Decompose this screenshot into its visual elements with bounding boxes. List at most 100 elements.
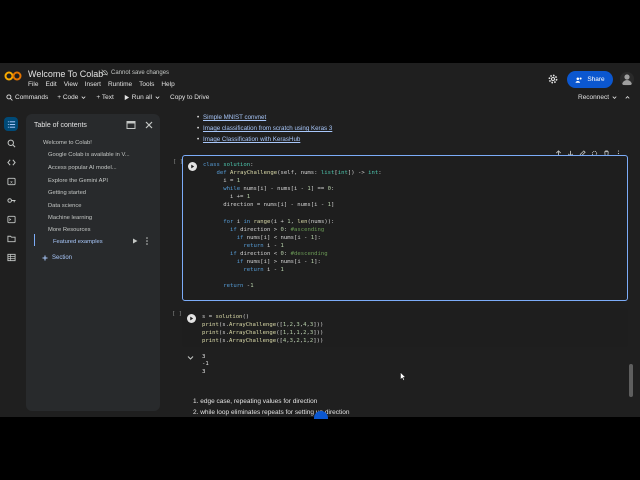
execution-count: [ ]: [172, 311, 182, 317]
toc-item-access-ai-models[interactable]: Access popular AI model...: [48, 165, 117, 171]
toc-item-gemini-api[interactable]: Explore the Gemini API: [48, 178, 108, 184]
toc-item-data-science[interactable]: Data science: [48, 203, 82, 209]
menu-help[interactable]: Help: [161, 81, 174, 91]
play-icon: [191, 164, 195, 169]
notebook-title[interactable]: Welcome To Colab: [28, 69, 103, 79]
run-cell-button[interactable]: [188, 162, 197, 171]
code-editor[interactable]: class solution: def ArrayChallenge(self,…: [203, 161, 382, 291]
copy-to-drive-label: Copy to Drive: [170, 94, 210, 101]
toc-item-welcome[interactable]: Welcome to Colab!: [43, 140, 92, 146]
avatar[interactable]: [620, 72, 634, 86]
reconnect-label: Reconnect: [578, 94, 610, 101]
search-icon: [6, 94, 13, 101]
top-header: Welcome To Colab Cannot save changes Fil…: [0, 63, 640, 91]
mouse-cursor-icon: [400, 372, 406, 381]
share-people-icon: [575, 77, 582, 83]
svg-text:x: x: [10, 180, 13, 185]
key-icon: [6, 197, 16, 203]
secrets-button[interactable]: [4, 193, 18, 207]
terminal-icon: [6, 215, 16, 223]
toc-title: Table of contents: [34, 122, 87, 129]
colab-app: Welcome To Colab Cannot save changes Fil…: [0, 63, 640, 417]
code-cell-solution[interactable]: [ ] class solution: def ArrayChallenge(s…: [173, 155, 628, 301]
more-vertical-icon[interactable]: [144, 237, 150, 245]
reconnect-group: Reconnect: [578, 94, 631, 101]
code-snippets-button[interactable]: [4, 155, 18, 169]
output-text: 3 -1 3: [202, 354, 209, 375]
search-icon: [7, 139, 15, 147]
chevron-down-icon[interactable]: [80, 94, 87, 101]
gear-icon[interactable]: [547, 73, 559, 85]
terminal-button[interactable]: [4, 212, 18, 226]
variables-icon: x: [6, 177, 16, 185]
toolbar-left: Commands + Code + Text Run all Copy to D…: [6, 94, 209, 101]
add-text-label: + Text: [96, 94, 114, 101]
toc-item-featured-examples[interactable]: Featured examples: [53, 239, 103, 245]
list-icon: [7, 120, 15, 128]
add-code-label: + Code: [57, 94, 79, 101]
table-of-contents-panel: Table of contents Welcome to Colab! Goog…: [26, 114, 160, 411]
toc-item-getting-started[interactable]: Getting started: [48, 190, 86, 196]
code-cell-test[interactable]: [ ] s = solution() print(s.ArrayChalleng…: [172, 308, 628, 347]
files-button[interactable]: [4, 231, 18, 245]
close-icon[interactable]: [144, 120, 154, 130]
avatar-image-icon: [622, 74, 632, 85]
run-all-button[interactable]: Run all: [123, 94, 161, 101]
run-cell-button[interactable]: [187, 314, 196, 323]
toc-item-google-colab[interactable]: Google Colab is available in V...: [48, 152, 130, 158]
share-button[interactable]: Share: [567, 71, 613, 88]
toc-item-machine-learning[interactable]: Machine learning: [48, 215, 92, 221]
chevron-down-icon[interactable]: [187, 355, 194, 361]
left-icon-rail: x: [0, 114, 22, 414]
save-status: Cannot save changes: [101, 69, 169, 76]
add-section-button[interactable]: Section: [42, 255, 72, 261]
scroll-to-top-button[interactable]: [314, 411, 328, 419]
table-icon: [6, 253, 16, 261]
add-text-button[interactable]: + Text: [96, 94, 113, 101]
link-image-classification-scratch[interactable]: Image classification from scratch using …: [197, 125, 332, 132]
open-in-tab-icon[interactable]: [126, 120, 136, 130]
commands-button[interactable]: Commands: [6, 94, 48, 101]
notebook-area: Simple MNIST convnet Image classificatio…: [165, 114, 640, 416]
code-editor[interactable]: s = solution() print(s.ArrayChallenge([1…: [202, 313, 323, 345]
play-icon[interactable]: [132, 238, 138, 244]
output-scrollbar[interactable]: [629, 364, 633, 397]
collapse-header-button[interactable]: [624, 94, 631, 101]
data-table-button[interactable]: [4, 250, 18, 264]
code-brackets-icon: [6, 158, 16, 166]
menu-tools[interactable]: Tools: [139, 81, 154, 91]
menu-runtime[interactable]: Runtime: [108, 81, 132, 91]
cloud-off-icon: [101, 69, 108, 76]
add-code-button[interactable]: + Code: [57, 94, 87, 101]
run-all-label: Run all: [131, 94, 153, 101]
chevron-down-icon[interactable]: [154, 94, 161, 101]
link-image-classification-kerashub[interactable]: Image Classification with KerasHub: [197, 136, 300, 143]
colab-logo-icon[interactable]: [4, 70, 22, 82]
menu-bar: File Edit View Insert Runtime Tools Help: [28, 81, 175, 91]
menu-edit[interactable]: Edit: [45, 81, 56, 91]
toc-selection-indicator: [34, 234, 35, 246]
menu-file[interactable]: File: [28, 81, 38, 91]
list-item: 1. edge case, repeating values for direc…: [193, 398, 318, 405]
commands-label: Commands: [15, 94, 49, 101]
add-section-label: Section: [52, 255, 73, 261]
toc-item-more-resources[interactable]: More Resources: [48, 227, 91, 233]
find-replace-button[interactable]: [4, 136, 18, 150]
reconnect-button[interactable]: Reconnect: [578, 94, 618, 101]
link-simple-mnist[interactable]: Simple MNIST convnet: [197, 114, 266, 121]
play-icon: [190, 316, 194, 321]
variables-button[interactable]: x: [4, 174, 18, 188]
share-label: Share: [587, 76, 605, 83]
chevron-up-icon: [625, 96, 630, 99]
chevron-down-icon[interactable]: [611, 94, 618, 101]
menu-insert[interactable]: Insert: [85, 81, 101, 91]
notebook-toolbar: Commands + Code + Text Run all Copy to D…: [0, 93, 640, 107]
execution-count: [ ]: [173, 159, 183, 165]
folder-icon: [6, 235, 16, 242]
table-of-contents-button[interactable]: [4, 117, 18, 131]
menu-view[interactable]: View: [64, 81, 78, 91]
plus-icon: [42, 255, 48, 261]
save-status-text: Cannot save changes: [111, 69, 170, 76]
play-icon: [124, 94, 129, 101]
copy-to-drive-button[interactable]: Copy to Drive: [170, 94, 209, 101]
